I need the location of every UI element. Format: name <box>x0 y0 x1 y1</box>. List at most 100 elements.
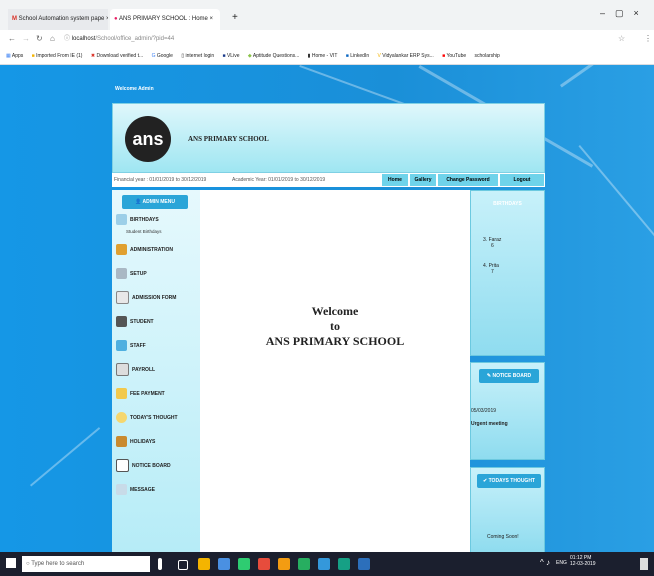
search-icon: ○ <box>26 561 30 567</box>
student-icon <box>116 316 127 328</box>
page-icon: ▯ <box>181 53 185 59</box>
welcome-line: to <box>330 319 340 333</box>
vit-icon: ▮ <box>307 53 311 59</box>
home-icon[interactable]: ⌂ <box>50 34 55 43</box>
bookmark-vlive[interactable]: ■ VLive <box>223 48 240 64</box>
bookmark-vidyalankar[interactable]: V Vidyalankar ERP Sys... <box>378 48 434 64</box>
thought-header: ✔ TODAYS THOUGHT <box>477 474 541 488</box>
payment-icon <box>116 388 127 400</box>
menu-payroll[interactable]: PAYROLL <box>116 362 155 378</box>
nav-gallery[interactable]: Gallery <box>410 174 436 186</box>
app-icon[interactable] <box>358 558 370 570</box>
menu-message[interactable]: MESSAGE <box>116 482 155 498</box>
decorative-streak <box>560 65 654 88</box>
v-logo-icon: V <box>377 53 381 59</box>
app-icon[interactable] <box>298 558 310 570</box>
birthday-entry: 4. Prita 7 <box>483 263 499 275</box>
mic-icon[interactable] <box>158 558 162 570</box>
linkedin-icon: ■ <box>345 53 349 59</box>
thought-text: Coming Soon! <box>487 534 519 540</box>
payroll-icon <box>116 363 129 377</box>
clock[interactable]: 01:12 PM 12-03-2019 <box>570 555 596 567</box>
address-path: /School/office_admin/?pid=44 <box>95 36 175 42</box>
app-icon[interactable] <box>338 558 350 570</box>
menu-fee-payment[interactable]: FEE PAYMENT <box>116 386 165 402</box>
menu-staff[interactable]: STAFF <box>116 338 146 354</box>
chrome-icon[interactable] <box>198 558 210 570</box>
bookmark-download[interactable]: ✖ Download verified t... <box>91 48 143 64</box>
decorative-streak <box>299 65 413 108</box>
gmail-icon: M <box>12 16 17 22</box>
app-icon[interactable] <box>238 558 250 570</box>
thought-title: TODAYS THOUGHT <box>488 478 535 484</box>
address-bar[interactable]: ⓘ localhost/School/office_admin/?pid=44 <box>64 33 624 45</box>
menu-notice-board[interactable]: NOTICE BOARD <box>116 458 171 474</box>
task-view-icon[interactable] <box>178 560 188 570</box>
tab-ans-home[interactable]: ● ANS PRIMARY SCHOOL : Home × <box>110 9 220 30</box>
bookmark-apps[interactable]: ▦ Apps <box>6 48 23 64</box>
envelope-icon <box>116 484 127 496</box>
menu-icon[interactable]: ⋮ <box>644 34 652 43</box>
bookmark-google[interactable]: G Google <box>152 48 173 64</box>
staff-icon <box>116 340 127 352</box>
admin-menu-header[interactable]: 👤 ADMIN MENU <box>122 195 188 209</box>
tab-favicon-icon: ● <box>114 16 118 22</box>
menu-student[interactable]: STUDENT <box>116 314 154 330</box>
system-tray-icons[interactable]: ^ ♪ <box>540 558 550 567</box>
app-icon[interactable] <box>318 558 330 570</box>
bookmark-aptitude[interactable]: ◆ Aptitude Questions... <box>248 48 299 64</box>
language-indicator[interactable]: ENG <box>556 560 567 566</box>
bookmark-linkedin[interactable]: ■ LinkedIn <box>346 48 369 64</box>
apps-icon: ▦ <box>6 53 11 59</box>
page-background: Welcome Admin ans ANS PRIMARY SCHOOL Fin… <box>0 65 654 552</box>
bulb-icon <box>116 412 127 424</box>
notice-date: 05/03/2019 <box>471 408 497 414</box>
bookmark-youtube[interactable]: ■ YouTube <box>442 48 466 64</box>
new-tab-button[interactable]: + <box>232 12 238 23</box>
clipboard-icon <box>116 459 129 473</box>
tools-icon <box>116 268 127 280</box>
bookmark-scholarship[interactable]: scholarship <box>475 48 500 64</box>
taskbar-search-box[interactable]: ○ Type here to search <box>22 556 150 572</box>
browser-toolbar: ← → ↻ ⌂ ⓘ localhost/School/office_admin/… <box>0 30 654 48</box>
menu-administration[interactable]: ADMINISTRATION <box>116 242 173 258</box>
nav-home[interactable]: Home <box>382 174 408 186</box>
tab-school-automation[interactable]: M School Automation system pape × <box>8 9 108 30</box>
tab-title: School Automation system pape <box>18 16 105 22</box>
welcome-panel: Welcome to ANS PRIMARY SCHOOL <box>200 190 470 552</box>
submenu-student-birthdays[interactable]: Student Birthdays <box>126 229 162 234</box>
back-icon[interactable]: ← <box>8 34 16 43</box>
search-placeholder: Type here to search <box>31 561 85 567</box>
form-icon <box>116 291 129 305</box>
admin-icon <box>116 244 127 256</box>
windows-taskbar: ○ Type here to search ^ ♪ ENG 01:12 PM 1… <box>0 552 654 576</box>
app-icon[interactable] <box>258 558 270 570</box>
menu-birthdays[interactable]: BIRTHDAYS <box>116 212 159 228</box>
financial-year: Financial year : 01/01/2019 to 30/12/201… <box>114 177 207 183</box>
forward-icon[interactable]: → <box>22 34 30 43</box>
menu-admission-form[interactable]: ADMISSION FORM <box>116 290 176 306</box>
leaf-icon: ◆ <box>247 53 252 59</box>
windows-start-icon[interactable] <box>6 558 16 568</box>
app-icon[interactable] <box>278 558 290 570</box>
notice-board-panel: ✎ NOTICE BOARD 05/03/2019 Urgent meeting <box>470 362 545 460</box>
folder-icon: ■ <box>31 53 35 59</box>
cake-icon <box>116 214 127 226</box>
clock-date: 12-03-2019 <box>570 561 596 567</box>
notice-text: Urgent meeting <box>471 421 508 427</box>
reload-icon[interactable]: ↻ <box>36 34 43 43</box>
bookmark-home-vit[interactable]: ▮ Home - VIT <box>308 48 338 64</box>
nav-logout[interactable]: Logout <box>500 174 544 186</box>
menu-todays-thought[interactable]: TODAY'S THOUGHT <box>116 410 178 426</box>
birthdays-panel: BIRTHDAYS 3. Faraz 6 4. Prita 7 <box>470 190 545 356</box>
v-icon: ■ <box>222 53 226 59</box>
bookmark-imported[interactable]: ■ Imported From IE (1) <box>32 48 83 64</box>
window-controls[interactable]: –▢× <box>600 8 649 19</box>
menu-holidays[interactable]: HOLIDAYS <box>116 434 155 450</box>
star-icon[interactable]: ☆ <box>618 34 625 43</box>
menu-setup[interactable]: SETUP <box>116 266 147 282</box>
notification-icon[interactable] <box>640 558 648 570</box>
nav-change-password[interactable]: Change Password <box>438 174 498 186</box>
bookmark-internet-login[interactable]: ▯ internet login <box>181 48 214 64</box>
explorer-icon[interactable] <box>218 558 230 570</box>
